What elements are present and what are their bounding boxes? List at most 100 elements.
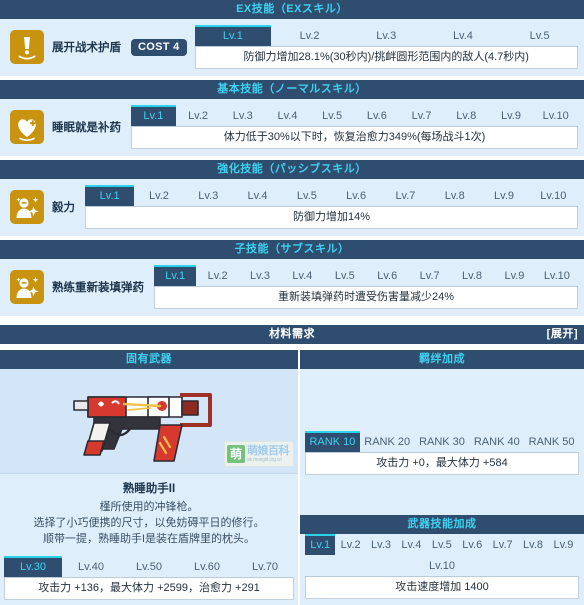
level-tab-wskill-9[interactable]: Lv.9 bbox=[548, 534, 578, 555]
rank-tabs-bond[interactable]: RANK 10 RANK 20 RANK 30 RANK 40 RANK 50 bbox=[305, 431, 579, 453]
rank-tab-bond-50[interactable]: RANK 50 bbox=[524, 431, 579, 452]
level-tab-wskill-3[interactable]: Lv.3 bbox=[366, 534, 396, 555]
level-tab-wskill-4[interactable]: Lv.4 bbox=[396, 534, 426, 555]
bond-stats-description: 攻击力 +0，最大体力 +584 bbox=[305, 453, 579, 475]
level-tab-sub-1[interactable]: Lv.1 bbox=[154, 265, 197, 286]
level-tab-passive-3[interactable]: Lv.3 bbox=[184, 185, 233, 206]
level-tab-passive-6[interactable]: Lv.6 bbox=[331, 185, 380, 206]
section-header-ex-skill: EX技能（EXスキル） bbox=[0, 0, 584, 19]
level-tab-weapon-50[interactable]: Lv.50 bbox=[120, 556, 178, 577]
skill-body-passive: Lv.1 Lv.2 Lv.3 Lv.4 Lv.5 Lv.6 Lv.7 Lv.8 … bbox=[85, 185, 578, 229]
section-title-passive-skill: 強化技能（パッシブスキル） bbox=[217, 163, 367, 175]
person-sparkle-icon bbox=[10, 190, 44, 224]
level-tab-normal-10[interactable]: Lv.10 bbox=[533, 105, 578, 126]
level-tab-passive-1[interactable]: Lv.1 bbox=[85, 185, 135, 206]
level-tab-passive-10[interactable]: Lv.10 bbox=[529, 185, 578, 206]
level-tabs-weapon[interactable]: Lv.30 Lv.40 Lv.50 Lv.60 Lv.70 bbox=[4, 556, 294, 578]
smg-weapon-icon bbox=[73, 393, 212, 462]
level-tab-weapon-70[interactable]: Lv.70 bbox=[236, 556, 294, 577]
skill-name-ex: 展开战术护盾 bbox=[52, 42, 121, 54]
level-tab-wskill-10[interactable]: Lv.10 bbox=[305, 555, 579, 576]
skill-name-passive: 毅力 bbox=[52, 202, 75, 214]
level-tab-normal-4[interactable]: Lv.4 bbox=[265, 105, 310, 126]
level-tab-passive-4[interactable]: Lv.4 bbox=[233, 185, 282, 206]
weapon-skill-description: 攻击速度增加 1400 bbox=[305, 577, 579, 599]
skill-name-sub: 熟练重新装填弹药 bbox=[52, 282, 144, 294]
materials-expand-toggle[interactable]: [展开] bbox=[547, 328, 578, 340]
section-header-materials: 材料需求 [展开] bbox=[0, 325, 584, 344]
level-tabs-ex[interactable]: Lv.1 Lv.2 Lv.3 Lv.4 Lv.5 bbox=[194, 25, 578, 47]
section-header-bond: 羁绊加成 bbox=[300, 350, 584, 369]
skill-body-ex: Lv.1 Lv.2 Lv.3 Lv.4 Lv.5 防御力增加28.1%(30秒内… bbox=[194, 25, 578, 69]
rank-tab-bond-30[interactable]: RANK 30 bbox=[415, 431, 470, 452]
level-tab-sub-2[interactable]: Lv.2 bbox=[196, 265, 238, 286]
level-tab-wskill-1[interactable]: Lv.1 bbox=[305, 534, 336, 555]
level-tab-passive-8[interactable]: Lv.8 bbox=[430, 185, 479, 206]
skill-body-normal: Lv.1 Lv.2 Lv.3 Lv.4 Lv.5 Lv.6 Lv.7 Lv.8 … bbox=[131, 105, 578, 149]
rank-tab-bond-20[interactable]: RANK 20 bbox=[360, 431, 415, 452]
level-tab-ex-5[interactable]: Lv.5 bbox=[501, 25, 578, 46]
bond-area: RANK 10 RANK 20 RANK 30 RANK 40 RANK 50 … bbox=[300, 369, 584, 481]
rank-tab-bond-10[interactable]: RANK 10 bbox=[305, 431, 360, 452]
level-tab-passive-9[interactable]: Lv.9 bbox=[479, 185, 528, 206]
skill-row-sub: 熟练重新装填弹药 Lv.1 Lv.2 Lv.3 Lv.4 Lv.5 Lv.6 L… bbox=[0, 259, 584, 316]
weapon-image-stage: 萌 萌娘百科 ak.moegirl.org.cn bbox=[0, 369, 298, 474]
level-tabs-passive[interactable]: Lv.1 Lv.2 Lv.3 Lv.4 Lv.5 Lv.6 Lv.7 Lv.8 … bbox=[85, 185, 578, 207]
person-sparkle-icon bbox=[10, 270, 44, 304]
bottom-panels: 固有武器 萌 萌娘百科 ak.moegirl.org.cn 熟睡助手II 槿所使… bbox=[0, 350, 584, 605]
section-title-materials: 材料需求 bbox=[269, 328, 315, 340]
level-tabs-normal[interactable]: Lv.1 Lv.2 Lv.3 Lv.4 Lv.5 Lv.6 Lv.7 Lv.8 … bbox=[131, 105, 578, 127]
level-tab-passive-5[interactable]: Lv.5 bbox=[282, 185, 331, 206]
section-title-weapon: 固有武器 bbox=[126, 353, 172, 365]
level-tab-sub-10[interactable]: Lv.10 bbox=[536, 265, 578, 286]
level-tab-sub-6[interactable]: Lv.6 bbox=[366, 265, 408, 286]
level-tab-wskill-8[interactable]: Lv.8 bbox=[518, 534, 548, 555]
section-header-normal-skill: 基本技能（ノーマルスキル） bbox=[0, 80, 584, 99]
level-tab-wskill-2[interactable]: Lv.2 bbox=[335, 534, 365, 555]
section-title-ex-skill: EX技能（EXスキル） bbox=[236, 3, 348, 15]
skill-row-passive: 毅力 Lv.1 Lv.2 Lv.3 Lv.4 Lv.5 Lv.6 Lv.7 Lv… bbox=[0, 179, 584, 236]
level-tab-weapon-40[interactable]: Lv.40 bbox=[62, 556, 120, 577]
level-tab-ex-1[interactable]: Lv.1 bbox=[194, 25, 272, 46]
level-tab-wskill-7[interactable]: Lv.7 bbox=[487, 534, 517, 555]
level-tab-normal-3[interactable]: Lv.3 bbox=[220, 105, 265, 126]
rank-tab-bond-40[interactable]: RANK 40 bbox=[469, 431, 524, 452]
weapon-stats-description: 攻击力 +136，最大体力 +2599，治愈力 +291 bbox=[4, 578, 294, 600]
level-tab-normal-8[interactable]: Lv.8 bbox=[444, 105, 489, 126]
watermark-title: 萌娘百科 bbox=[247, 444, 290, 457]
level-tab-normal-6[interactable]: Lv.6 bbox=[355, 105, 400, 126]
level-tab-ex-2[interactable]: Lv.2 bbox=[271, 25, 348, 46]
level-tab-normal-5[interactable]: Lv.5 bbox=[310, 105, 355, 126]
level-tab-passive-2[interactable]: Lv.2 bbox=[134, 185, 183, 206]
level-tab-normal-1[interactable]: Lv.1 bbox=[131, 105, 176, 126]
level-tabs-weapon-skill[interactable]: Lv.1 Lv.2 Lv.3 Lv.4 Lv.5 Lv.6 Lv.7 Lv.8 … bbox=[305, 534, 579, 577]
level-tab-passive-7[interactable]: Lv.7 bbox=[381, 185, 430, 206]
level-tab-weapon-60[interactable]: Lv.60 bbox=[178, 556, 236, 577]
level-tab-sub-3[interactable]: Lv.3 bbox=[239, 265, 281, 286]
skill-name-normal: 睡眠就是补药 bbox=[52, 122, 121, 134]
section-header-passive-skill: 強化技能（パッシブスキル） bbox=[0, 160, 584, 179]
level-tab-sub-7[interactable]: Lv.7 bbox=[408, 265, 450, 286]
ex-skill-cost-badge: COST 4 bbox=[131, 38, 187, 56]
level-tab-sub-5[interactable]: Lv.5 bbox=[324, 265, 366, 286]
level-tab-sub-8[interactable]: Lv.8 bbox=[451, 265, 493, 286]
level-tab-sub-4[interactable]: Lv.4 bbox=[281, 265, 323, 286]
level-tabs-sub[interactable]: Lv.1 Lv.2 Lv.3 Lv.4 Lv.5 Lv.6 Lv.7 Lv.8 … bbox=[154, 265, 578, 287]
level-tab-normal-9[interactable]: Lv.9 bbox=[489, 105, 534, 126]
section-header-weapon: 固有武器 bbox=[0, 350, 298, 369]
level-tab-ex-3[interactable]: Lv.3 bbox=[348, 25, 425, 46]
section-header-sub-skill: 子技能（サブスキル） bbox=[0, 240, 584, 259]
section-title-normal-skill: 基本技能（ノーマルスキル） bbox=[217, 83, 367, 95]
level-tab-wskill-6[interactable]: Lv.6 bbox=[457, 534, 487, 555]
weapon-description-line-3: 顺带一提，熟睡助手I是装在盾牌里的枕头。 bbox=[42, 533, 256, 545]
level-tab-wskill-5[interactable]: Lv.5 bbox=[427, 534, 457, 555]
level-tab-ex-4[interactable]: Lv.4 bbox=[425, 25, 502, 46]
level-tab-normal-7[interactable]: Lv.7 bbox=[399, 105, 444, 126]
heart-plus-icon bbox=[10, 110, 44, 144]
level-tab-normal-2[interactable]: Lv.2 bbox=[176, 105, 221, 126]
weapon-description-line-1: 槿所使用的冲锋枪。 bbox=[99, 501, 199, 513]
section-title-sub-skill: 子技能（サブスキル） bbox=[234, 243, 350, 255]
level-tab-weapon-30[interactable]: Lv.30 bbox=[4, 556, 62, 577]
watermark-kanji: 萌 bbox=[227, 445, 245, 463]
level-tab-sub-9[interactable]: Lv.9 bbox=[493, 265, 535, 286]
